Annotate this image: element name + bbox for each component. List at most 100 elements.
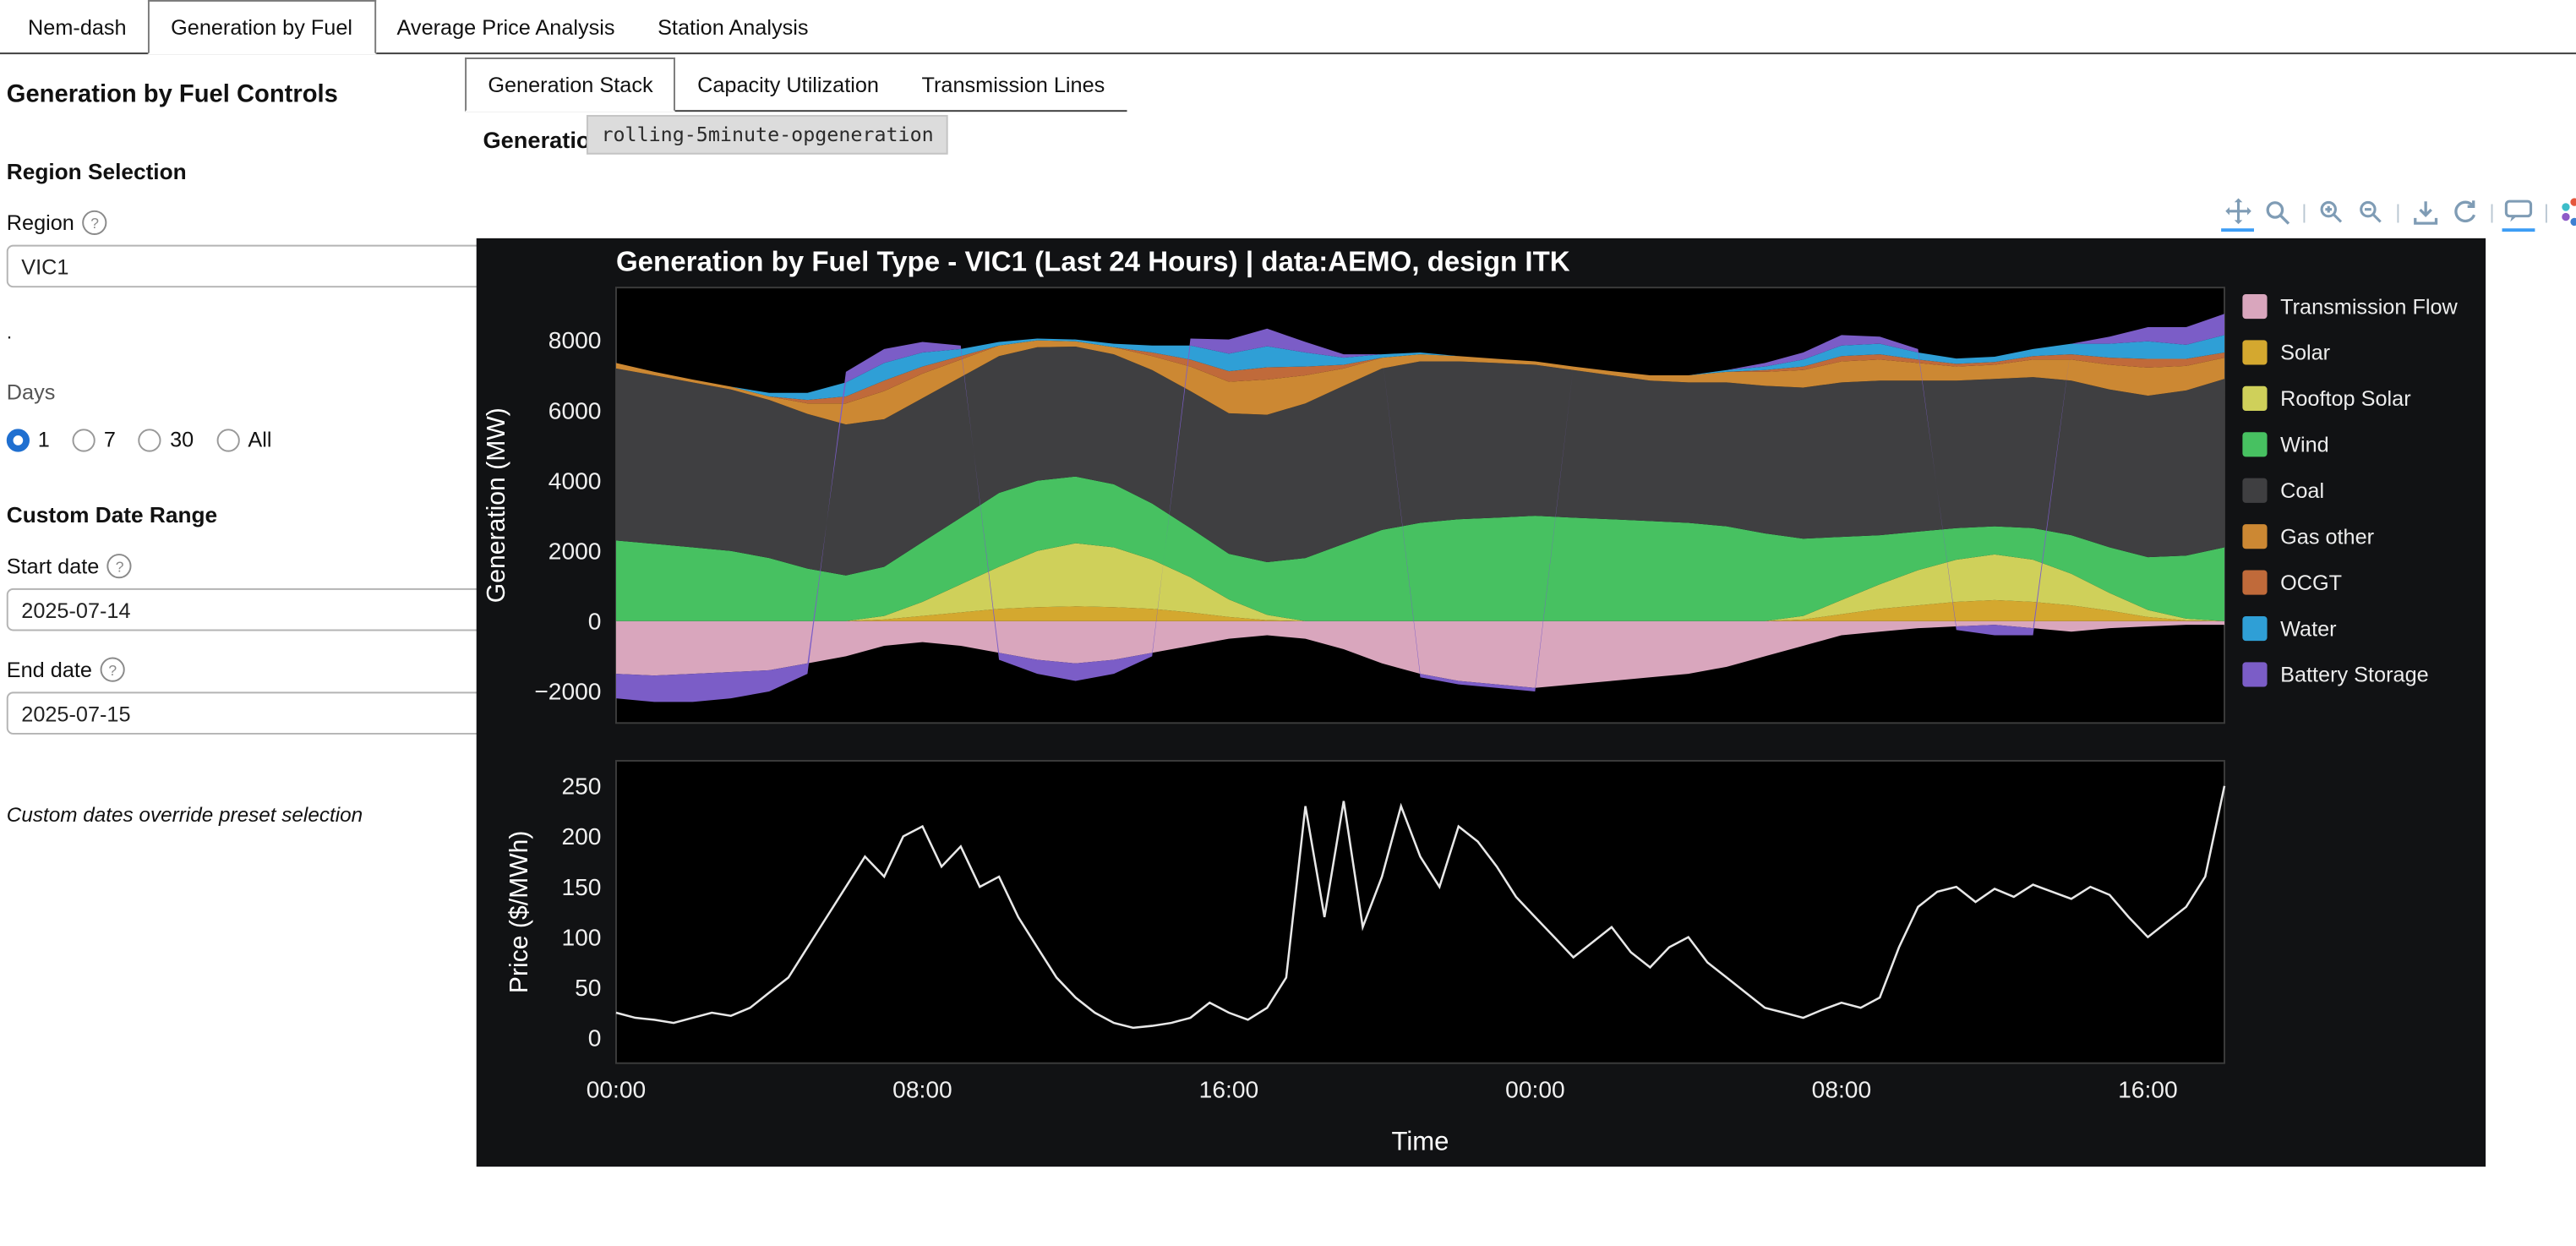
legend-item-gas-other[interactable]: Gas other [2242, 524, 2457, 549]
tab-generation-by-fuel[interactable]: Generation by Fuel [148, 0, 375, 54]
content-tab-transmission-lines[interactable]: Transmission Lines [900, 59, 1126, 110]
reset-axes-icon[interactable] [2448, 194, 2481, 230]
svg-text:150: 150 [561, 873, 601, 900]
hover-icon[interactable] [2502, 192, 2535, 232]
legend-swatch [2242, 340, 2267, 364]
days-radio-group: 1 7 30 All [7, 427, 522, 451]
legend-label: OCGT [2280, 571, 2342, 595]
svg-text:200: 200 [561, 822, 601, 850]
legend-item-coal[interactable]: Coal [2242, 478, 2457, 503]
modebar-separator: | [2300, 200, 2308, 223]
svg-text:6000: 6000 [548, 396, 602, 424]
svg-text:−2000: −2000 [534, 678, 601, 705]
days-radio-1[interactable]: 1 [7, 427, 50, 451]
radio-icon[interactable] [216, 428, 239, 451]
generation-axis-title: Generation (MW) [483, 407, 510, 603]
help-icon[interactable]: ? [107, 554, 132, 578]
tab-average-price-analysis[interactable]: Average Price Analysis [375, 2, 636, 52]
legend-item-wind[interactable]: Wind [2242, 432, 2457, 456]
svg-text:100: 100 [561, 923, 601, 950]
top-tab-bar: Nem-dashGeneration by FuelAverage Price … [0, 0, 2576, 54]
legend-label: Battery Storage [2280, 662, 2429, 686]
content-tab-bar: Generation StackCapacity UtilizationTran… [465, 57, 1126, 112]
time-axis-title: Time [1392, 1127, 1449, 1156]
legend-swatch [2242, 571, 2267, 595]
modebar-separator: | [2488, 200, 2497, 223]
end-date-input[interactable] [7, 691, 539, 735]
svg-text:08:00: 08:00 [1812, 1076, 1871, 1103]
chart-legend: Transmission Flow Solar Rooftop Solar Wind C… [2242, 294, 2457, 687]
legend-label: Coal [2280, 478, 2324, 503]
region-input[interactable] [7, 245, 539, 288]
content-tab-generation-stack[interactable]: Generation Stack [465, 57, 676, 112]
chart-title: Generation by Fuel Type - VIC1 (Last 24 … [616, 247, 1570, 280]
svg-text:00:00: 00:00 [1505, 1076, 1564, 1103]
plotly-logo-icon[interactable] [2557, 194, 2576, 230]
radio-icon[interactable] [7, 428, 30, 451]
legend-label: Rooftop Solar [2280, 386, 2411, 411]
legend-item-solar[interactable]: Solar [2242, 340, 2457, 364]
download-icon[interactable] [2409, 194, 2442, 230]
price-axis-title: Price ($/MWh) [505, 831, 533, 993]
zoom-in-icon[interactable] [2315, 194, 2348, 230]
radio-icon[interactable] [139, 428, 161, 451]
legend-swatch [2242, 616, 2267, 641]
legend-swatch [2242, 294, 2267, 319]
legend-item-water[interactable]: Water [2242, 616, 2457, 641]
days-radio-7[interactable]: 7 [73, 427, 116, 451]
legend-label: Water [2280, 616, 2336, 641]
zoom-out-icon[interactable] [2355, 194, 2388, 230]
content-tab-capacity-utilization[interactable]: Capacity Utilization [676, 59, 900, 110]
svg-text:8000: 8000 [548, 326, 602, 353]
svg-text:0: 0 [588, 608, 602, 635]
start-date-input[interactable] [7, 588, 539, 631]
sidebar: Generation by Fuel Controls Region Selec… [0, 54, 529, 827]
svg-text:00:00: 00:00 [587, 1076, 647, 1103]
radio-label: 7 [104, 427, 116, 451]
legend-swatch [2242, 386, 2267, 411]
custom-date-range-title: Custom Date Range [7, 503, 522, 527]
legend-label: Gas other [2280, 524, 2374, 549]
svg-text:2000: 2000 [548, 537, 602, 564]
app-root: Nem-dashGeneration by FuelAverage Price … [0, 0, 2576, 1245]
days-radio-30[interactable]: 30 [139, 427, 194, 451]
legend-item-transmission-flow[interactable]: Transmission Flow [2242, 294, 2457, 319]
dot-text: . [7, 320, 522, 343]
box-zoom-icon[interactable] [2261, 194, 2294, 230]
legend-item-battery-storage[interactable]: Battery Storage [2242, 662, 2457, 686]
plotly-modebar: | | | | [2221, 192, 2576, 232]
svg-text:08:00: 08:00 [892, 1076, 952, 1103]
tab-nem-dash[interactable]: Nem-dash [7, 2, 148, 52]
svg-text:4000: 4000 [548, 467, 602, 494]
custom-dates-note: Custom dates override preset selection [7, 804, 522, 827]
end-date-label: End date [7, 658, 92, 682]
legend-label: Solar [2280, 340, 2330, 364]
legend-item-rooftop-solar[interactable]: Rooftop Solar [2242, 386, 2457, 411]
svg-text:0: 0 [588, 1025, 602, 1052]
svg-text:50: 50 [575, 974, 601, 1001]
help-icon[interactable]: ? [83, 210, 107, 235]
radio-icon[interactable] [73, 428, 96, 451]
legend-item-ocgt[interactable]: OCGT [2242, 571, 2457, 595]
legend-swatch [2242, 662, 2267, 686]
radio-label: 1 [38, 427, 50, 451]
radio-label: 30 [170, 427, 194, 451]
help-icon[interactable]: ? [101, 658, 125, 682]
legend-swatch [2242, 524, 2267, 549]
days-label: Days [7, 380, 522, 404]
start-date-label: Start date [7, 554, 100, 578]
legend-label: Wind [2280, 432, 2329, 456]
price-plot-area [616, 761, 2224, 1063]
chart-panel: Generation by Fuel Type - VIC1 (Last 24 … [477, 238, 2486, 1167]
legend-label: Transmission Flow [2280, 294, 2458, 319]
legend-swatch [2242, 478, 2267, 503]
days-radio-all[interactable]: All [216, 427, 271, 451]
charts-svg[interactable]: 80006000400020000−200025020015010050000:… [477, 238, 2486, 1167]
region-label: Region [7, 210, 74, 235]
tab-station-analysis[interactable]: Station Analysis [636, 2, 830, 52]
pan-icon[interactable] [2221, 192, 2254, 232]
region-selection-title: Region Selection [7, 160, 522, 184]
modebar-separator: | [2393, 200, 2402, 223]
svg-text:16:00: 16:00 [1199, 1076, 1258, 1103]
svg-text:16:00: 16:00 [2118, 1076, 2178, 1103]
